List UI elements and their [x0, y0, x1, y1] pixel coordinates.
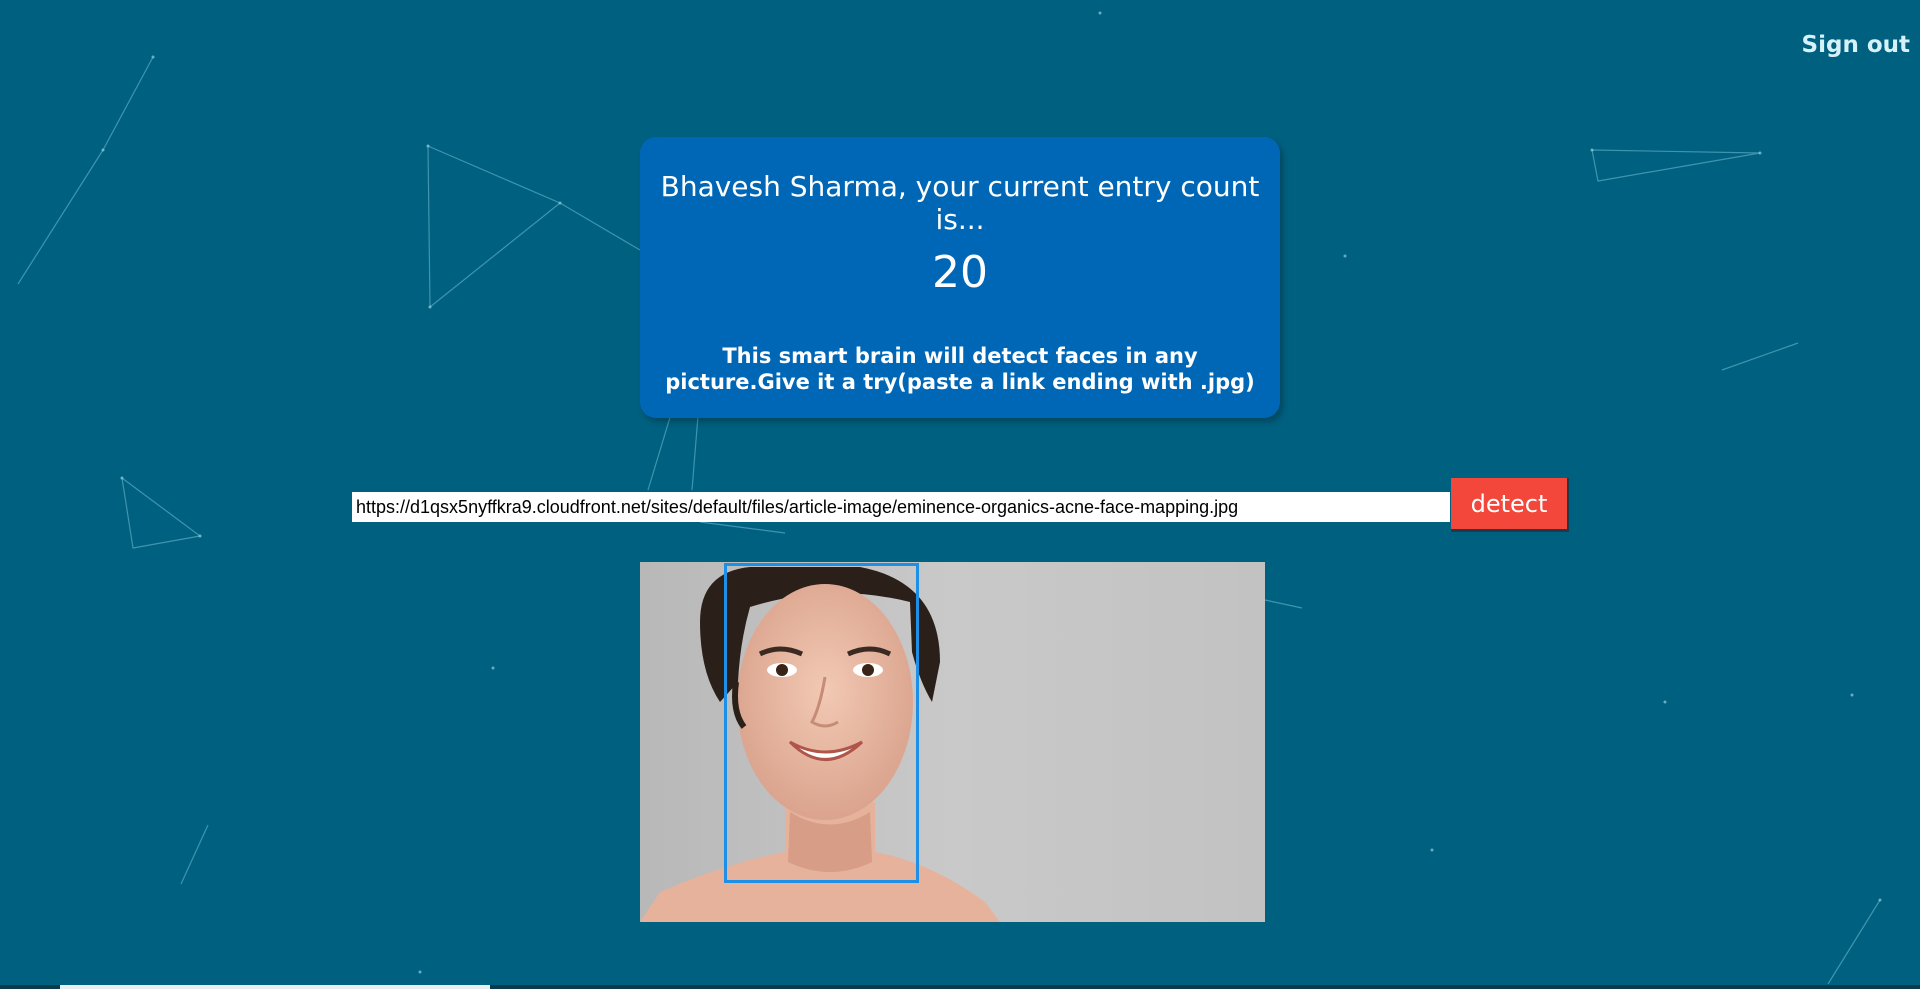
app-description: This smart brain will detect faces in an…: [665, 344, 1255, 394]
bottom-scrollbar-thumb[interactable]: [60, 985, 490, 989]
sign-out-link[interactable]: Sign out: [1802, 32, 1910, 58]
detect-button[interactable]: detect: [1451, 478, 1569, 532]
entry-count-value: 20: [932, 247, 988, 298]
face-bounding-box: [724, 563, 919, 883]
entry-count-card: Bhavesh Sharma, your current entry count…: [640, 137, 1280, 418]
image-url-input[interactable]: [352, 492, 1450, 522]
entry-count-title: Bhavesh Sharma, your current entry count…: [660, 170, 1260, 236]
face-recognition-result: [640, 562, 1265, 922]
